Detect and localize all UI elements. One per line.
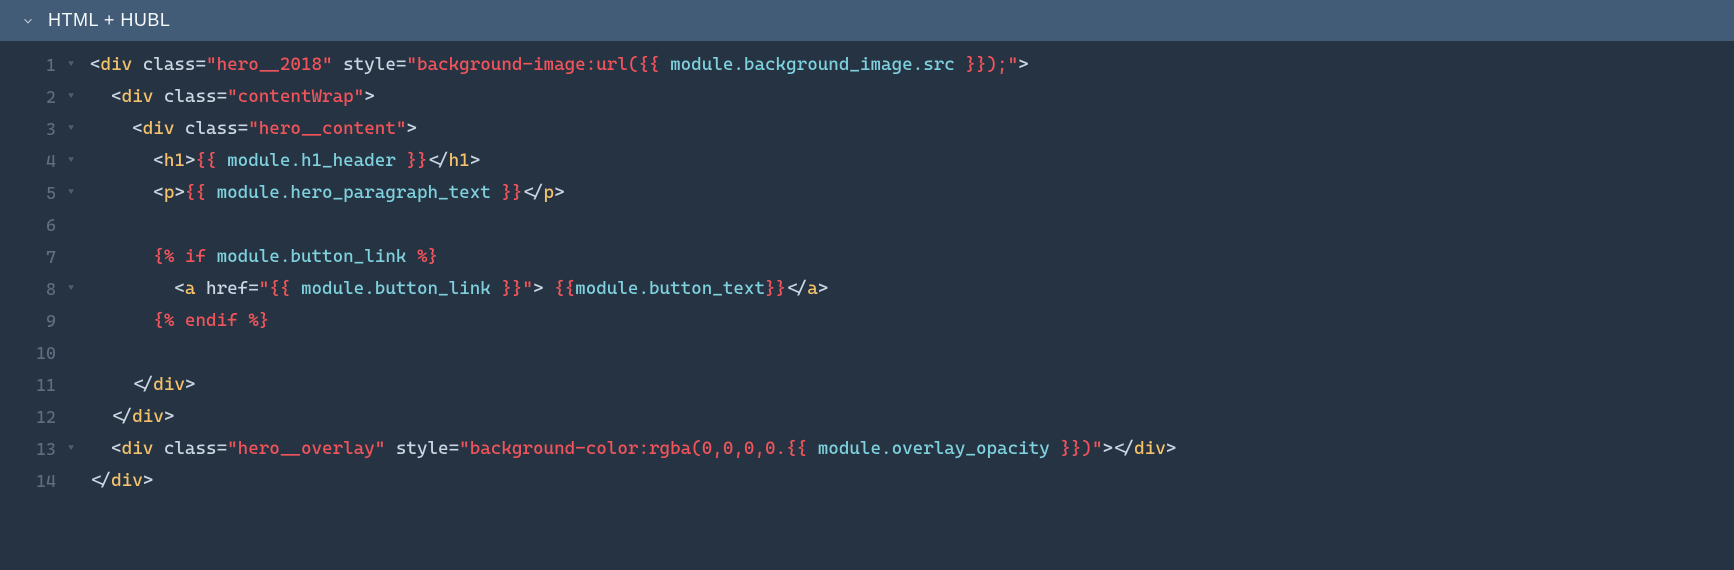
- code-line[interactable]: <div class="contentWrap">: [78, 81, 1734, 113]
- code-line[interactable]: [78, 337, 1734, 369]
- gutter-line[interactable]: 13▼: [0, 433, 78, 465]
- code-line[interactable]: <div class="hero__overlay" style="backgr…: [78, 433, 1734, 465]
- code-line[interactable]: <div class="hero__content">: [78, 113, 1734, 145]
- gutter: 1▼ 2▼ 3▼ 4▼ 5▼ 6 7 8▼ 9 10 11 12 13▼ 14: [0, 41, 78, 505]
- fold-marker-icon[interactable]: ▼: [62, 49, 74, 81]
- gutter-line[interactable]: 8▼: [0, 273, 78, 305]
- code-line[interactable]: <p>{{ module.hero_paragraph_text }}</p>: [78, 177, 1734, 209]
- code-area[interactable]: <div class="hero__2018" style="backgroun…: [78, 41, 1734, 505]
- gutter-line[interactable]: 6: [0, 209, 78, 241]
- code-line[interactable]: [78, 209, 1734, 241]
- gutter-line[interactable]: 4▼: [0, 145, 78, 177]
- gutter-line[interactable]: 1▼: [0, 49, 78, 81]
- gutter-line[interactable]: 12: [0, 401, 78, 433]
- fold-marker-icon[interactable]: ▼: [62, 433, 74, 465]
- fold-marker-icon[interactable]: ▼: [62, 273, 74, 305]
- chevron-down-icon[interactable]: [20, 13, 36, 29]
- gutter-line[interactable]: 10: [0, 337, 78, 369]
- gutter-line[interactable]: 11: [0, 369, 78, 401]
- code-line[interactable]: <div class="hero__2018" style="backgroun…: [78, 49, 1734, 81]
- code-line[interactable]: </div>: [78, 369, 1734, 401]
- editor-header: HTML + HUBL: [0, 0, 1734, 41]
- fold-marker-icon[interactable]: ▼: [62, 145, 74, 177]
- code-line[interactable]: <h1>{{ module.h1_header }}</h1>: [78, 145, 1734, 177]
- editor-body: 1▼ 2▼ 3▼ 4▼ 5▼ 6 7 8▼ 9 10 11 12 13▼ 14 …: [0, 41, 1734, 505]
- gutter-line[interactable]: 7: [0, 241, 78, 273]
- gutter-line[interactable]: 5▼: [0, 177, 78, 209]
- fold-marker-icon[interactable]: ▼: [62, 177, 74, 209]
- editor-title: HTML + HUBL: [48, 10, 170, 31]
- gutter-line[interactable]: 2▼: [0, 81, 78, 113]
- gutter-line[interactable]: 14: [0, 465, 78, 497]
- code-line[interactable]: {% endif %}: [78, 305, 1734, 337]
- fold-marker-icon[interactable]: ▼: [62, 81, 74, 113]
- code-line[interactable]: {% if module.button_link %}: [78, 241, 1734, 273]
- code-line[interactable]: </div>: [78, 401, 1734, 433]
- gutter-line[interactable]: 9: [0, 305, 78, 337]
- gutter-line[interactable]: 3▼: [0, 113, 78, 145]
- code-line[interactable]: </div>: [78, 465, 1734, 497]
- fold-marker-icon[interactable]: ▼: [62, 113, 74, 145]
- code-line[interactable]: <a href="{{ module.button_link }}"> {{mo…: [78, 273, 1734, 305]
